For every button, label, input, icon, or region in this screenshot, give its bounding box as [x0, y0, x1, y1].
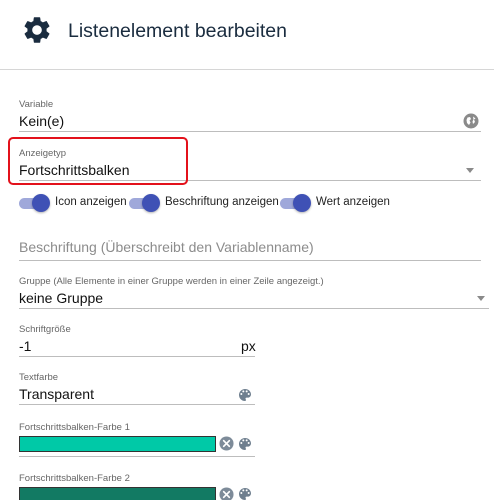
- schriftgroesse-input[interactable]: Schriftgröße -1 px: [19, 324, 256, 357]
- toggle-beschriftung-anzeigen[interactable]: Beschriftung anzeigen: [129, 194, 279, 212]
- clear-icon[interactable]: [219, 487, 234, 500]
- palette-icon[interactable]: [237, 387, 253, 403]
- textfarbe-underline: [19, 404, 255, 405]
- schriftgroesse-unit: px: [241, 338, 256, 354]
- toggle-knob: [293, 194, 311, 212]
- gruppe-select[interactable]: Gruppe (Alle Elemente in einer Gruppe we…: [19, 276, 489, 309]
- palette-icon[interactable]: [237, 486, 253, 500]
- gruppe-label: Gruppe (Alle Elemente in einer Gruppe we…: [19, 276, 324, 287]
- dialog-title: Listenelement bearbeiten: [68, 20, 287, 42]
- farbe2-field: Fortschrittsbalken-Farbe 2: [19, 473, 255, 485]
- beschriftung-input[interactable]: Beschriftung (Überschreibt den Variablen…: [19, 239, 314, 255]
- textfarbe-label: Textfarbe: [19, 372, 59, 383]
- toggle-knob: [32, 194, 50, 212]
- toggle-label: Beschriftung anzeigen: [165, 196, 279, 208]
- toggle-icon-anzeigen[interactable]: Icon anzeigen: [19, 194, 129, 212]
- farbe1-swatch[interactable]: [19, 436, 216, 452]
- beschriftung-underline: [19, 260, 481, 261]
- textfarbe-value: Transparent: [19, 386, 94, 402]
- farbe2-label: Fortschrittsbalken-Farbe 2: [19, 473, 130, 484]
- textfarbe-input[interactable]: Textfarbe Transparent: [19, 372, 255, 405]
- gruppe-value: keine Gruppe: [19, 290, 104, 306]
- farbe1-label: Fortschrittsbalken-Farbe 1: [19, 422, 130, 433]
- variable-label: Variable: [19, 99, 54, 110]
- farbe1-underline: [19, 456, 255, 457]
- schriftgroesse-value: -1: [19, 338, 32, 354]
- chevron-down-icon[interactable]: [466, 168, 474, 173]
- schriftgroesse-label: Schriftgröße: [19, 324, 71, 335]
- variable-field[interactable]: Variable Kein(e): [19, 99, 481, 132]
- farbe1-field: Fortschrittsbalken-Farbe 1: [19, 422, 255, 434]
- palette-icon[interactable]: [237, 436, 253, 452]
- schriftgroesse-underline: [19, 356, 255, 357]
- toggle-knob: [142, 194, 160, 212]
- gruppe-underline: [19, 308, 489, 309]
- dialog-header: Listenelement bearbeiten: [0, 0, 494, 70]
- highlight-annotation: [8, 137, 188, 185]
- toggle-wert-anzeigen[interactable]: Wert anzeigen: [280, 194, 390, 212]
- variable-value: Kein(e): [19, 113, 65, 129]
- toggle-label: Icon anzeigen: [55, 196, 127, 208]
- chevron-down-icon[interactable]: [477, 296, 485, 301]
- globe-icon[interactable]: [463, 113, 479, 129]
- clear-icon[interactable]: [219, 436, 234, 451]
- gear-icon: [24, 17, 50, 43]
- toggle-label: Wert anzeigen: [316, 196, 390, 208]
- variable-underline: [19, 131, 481, 132]
- farbe2-swatch[interactable]: [19, 487, 216, 500]
